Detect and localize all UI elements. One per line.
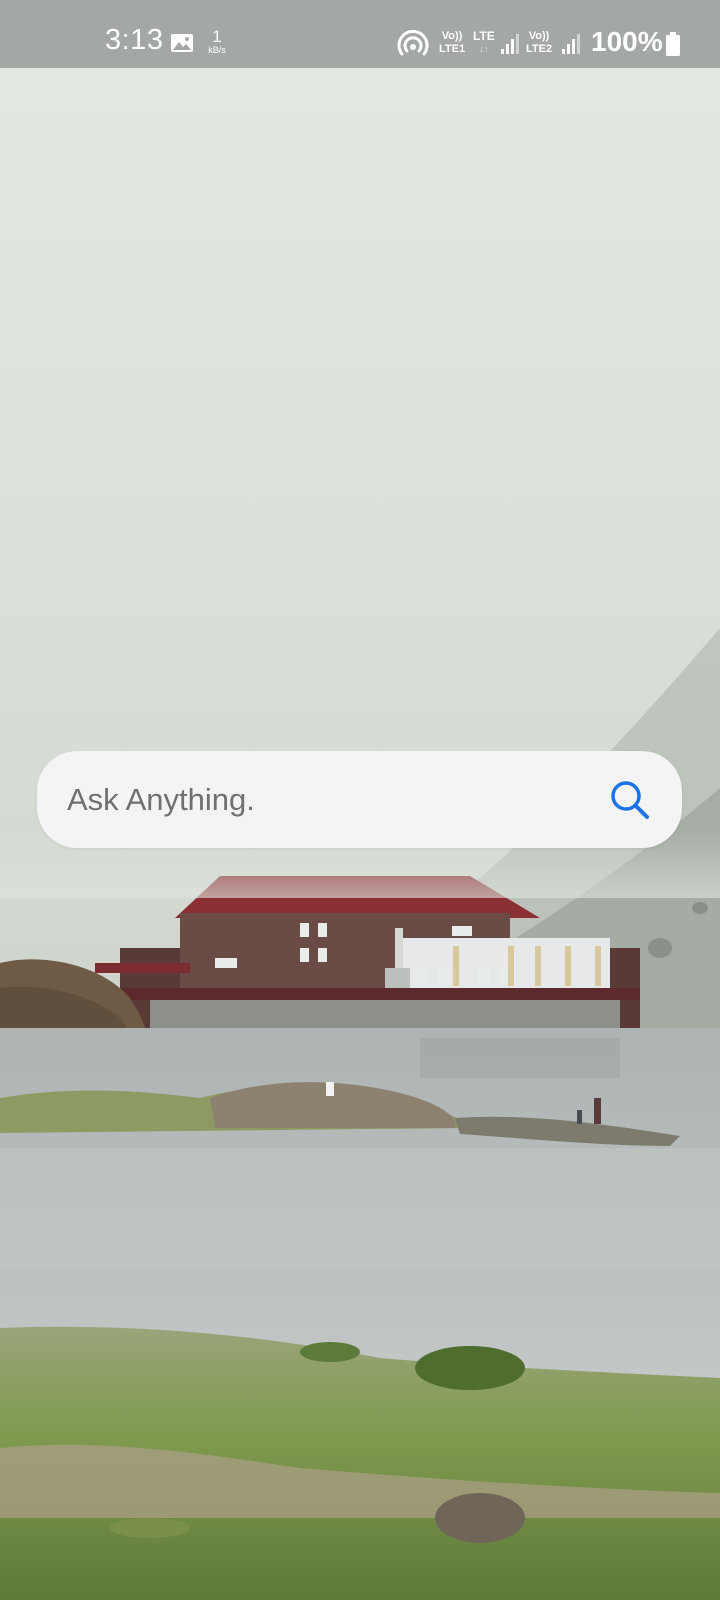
volte-sim2-top: Vo)) bbox=[528, 30, 550, 42]
lte-label: LTE bbox=[473, 29, 495, 43]
lte-indicator: LTE ↓↑ bbox=[473, 30, 495, 54]
status-time: 3:13 bbox=[105, 24, 164, 56]
signal-sim1-icon bbox=[501, 34, 519, 54]
net-speed-value: 1 bbox=[212, 27, 222, 46]
status-bar: 3:13 1 kB/s Vo)) LTE1 LTE ↓↑ Vo)) LTE2 1… bbox=[0, 0, 720, 68]
volte-sim1-bottom: LTE1 bbox=[439, 42, 466, 55]
lte-arrows: ↓↑ bbox=[479, 44, 489, 54]
search-bar[interactable] bbox=[37, 751, 682, 848]
search-icon[interactable] bbox=[609, 779, 651, 821]
gallery-notification-icon bbox=[171, 34, 193, 52]
battery-percent: 100% bbox=[591, 26, 663, 57]
search-input[interactable] bbox=[67, 751, 607, 848]
net-speed-unit: kB/s bbox=[208, 45, 226, 55]
volte-sim1: Vo)) LTE1 bbox=[439, 30, 465, 55]
hotspot-icon bbox=[397, 30, 429, 56]
battery-icon bbox=[666, 32, 680, 56]
net-speed: 1 kB/s bbox=[202, 28, 232, 55]
volte-sim2-bottom: LTE2 bbox=[526, 42, 553, 55]
volte-sim2: Vo)) LTE2 bbox=[526, 30, 552, 55]
volte-sim1-top: Vo)) bbox=[441, 30, 463, 42]
signal-sim2-icon bbox=[562, 34, 580, 54]
